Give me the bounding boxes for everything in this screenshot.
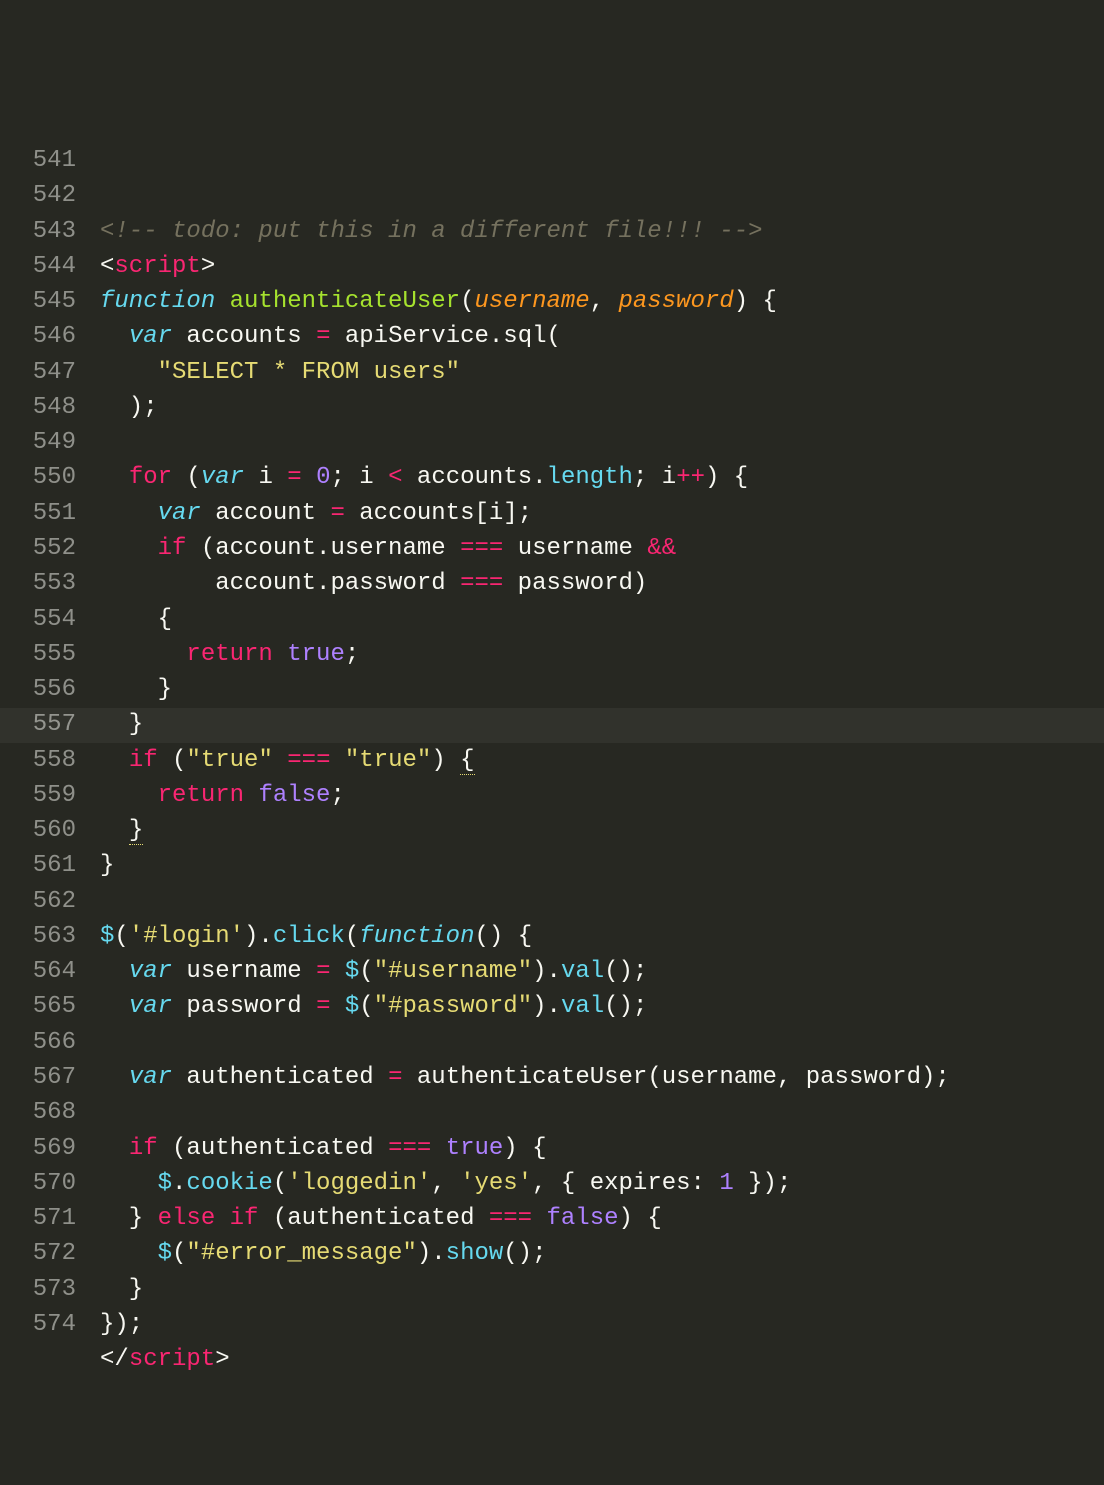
code-line[interactable]: var password = $("#password").val(); <box>100 989 1104 1024</box>
line-number: 543 <box>0 214 76 249</box>
code-line[interactable]: </script> <box>100 1342 1104 1377</box>
code-line[interactable]: account.password === password) <box>100 566 1104 601</box>
code-line[interactable]: return true; <box>100 637 1104 672</box>
line-number: 547 <box>0 355 76 390</box>
line-number: 541 <box>0 143 76 178</box>
code-line[interactable] <box>100 1377 1104 1412</box>
code-area[interactable]: <!-- todo: put this in a different file!… <box>100 143 1104 1309</box>
line-number: 546 <box>0 319 76 354</box>
line-number: 558 <box>0 743 76 778</box>
line-number: 550 <box>0 460 76 495</box>
code-line[interactable] <box>100 884 1104 919</box>
code-line[interactable]: if (account.username === username && <box>100 531 1104 566</box>
code-line[interactable]: return false; <box>100 778 1104 813</box>
line-number: 570 <box>0 1166 76 1201</box>
code-line[interactable]: } else if (authenticated === false) { <box>100 1201 1104 1236</box>
code-line[interactable]: $.cookie('loggedin', 'yes', { expires: 1… <box>100 1166 1104 1201</box>
code-line[interactable]: if ("true" === "true") { <box>100 743 1104 778</box>
line-number: 569 <box>0 1131 76 1166</box>
line-number: 553 <box>0 566 76 601</box>
line-number: 568 <box>0 1095 76 1130</box>
code-line[interactable]: ); <box>100 390 1104 425</box>
line-number: 563 <box>0 919 76 954</box>
line-number: 561 <box>0 848 76 883</box>
code-line[interactable] <box>100 425 1104 460</box>
line-number: 564 <box>0 954 76 989</box>
code-line[interactable]: } <box>100 707 1104 742</box>
code-line[interactable]: function authenticateUser(username, pass… <box>100 284 1104 319</box>
line-number: 560 <box>0 813 76 848</box>
code-line[interactable] <box>100 1025 1104 1060</box>
code-line[interactable]: var authenticated = authenticateUser(use… <box>100 1060 1104 1095</box>
line-number: 567 <box>0 1060 76 1095</box>
line-number: 548 <box>0 390 76 425</box>
code-line[interactable]: var account = accounts[i]; <box>100 496 1104 531</box>
code-line[interactable]: <!-- todo: put this in a different file!… <box>100 214 1104 249</box>
line-number: 544 <box>0 249 76 284</box>
line-number: 572 <box>0 1236 76 1271</box>
code-editor[interactable]: 5415425435445455465475485495505515525535… <box>0 141 1104 1309</box>
code-line[interactable]: } <box>100 813 1104 848</box>
line-number: 552 <box>0 531 76 566</box>
line-number: 542 <box>0 178 76 213</box>
line-number: 545 <box>0 284 76 319</box>
line-number: 565 <box>0 989 76 1024</box>
code-line[interactable]: "SELECT * FROM users" <box>100 355 1104 390</box>
line-number: 549 <box>0 425 76 460</box>
code-line[interactable]: { <box>100 602 1104 637</box>
line-number: 555 <box>0 637 76 672</box>
line-number: 574 <box>0 1307 76 1342</box>
line-number: 554 <box>0 602 76 637</box>
line-number: 573 <box>0 1272 76 1307</box>
code-line[interactable]: $("#error_message").show(); <box>100 1236 1104 1271</box>
code-line[interactable]: var username = $("#username").val(); <box>100 954 1104 989</box>
code-line[interactable] <box>100 1095 1104 1130</box>
line-number: 562 <box>0 884 76 919</box>
line-number: 571 <box>0 1201 76 1236</box>
code-line[interactable]: if (authenticated === true) { <box>100 1131 1104 1166</box>
line-number: 559 <box>0 778 76 813</box>
line-number: 566 <box>0 1025 76 1060</box>
code-content[interactable]: <!-- todo: put this in a different file!… <box>100 214 1104 1413</box>
line-number: 556 <box>0 672 76 707</box>
code-line[interactable]: for (var i = 0; i < accounts.length; i++… <box>100 460 1104 495</box>
code-line[interactable]: }); <box>100 1307 1104 1342</box>
code-line[interactable]: } <box>100 672 1104 707</box>
line-number: 551 <box>0 496 76 531</box>
code-line[interactable]: } <box>100 848 1104 883</box>
code-line[interactable]: $('#login').click(function() { <box>100 919 1104 954</box>
code-line[interactable]: <script> <box>100 249 1104 284</box>
code-line[interactable]: var accounts = apiService.sql( <box>100 319 1104 354</box>
code-line[interactable]: } <box>100 1272 1104 1307</box>
